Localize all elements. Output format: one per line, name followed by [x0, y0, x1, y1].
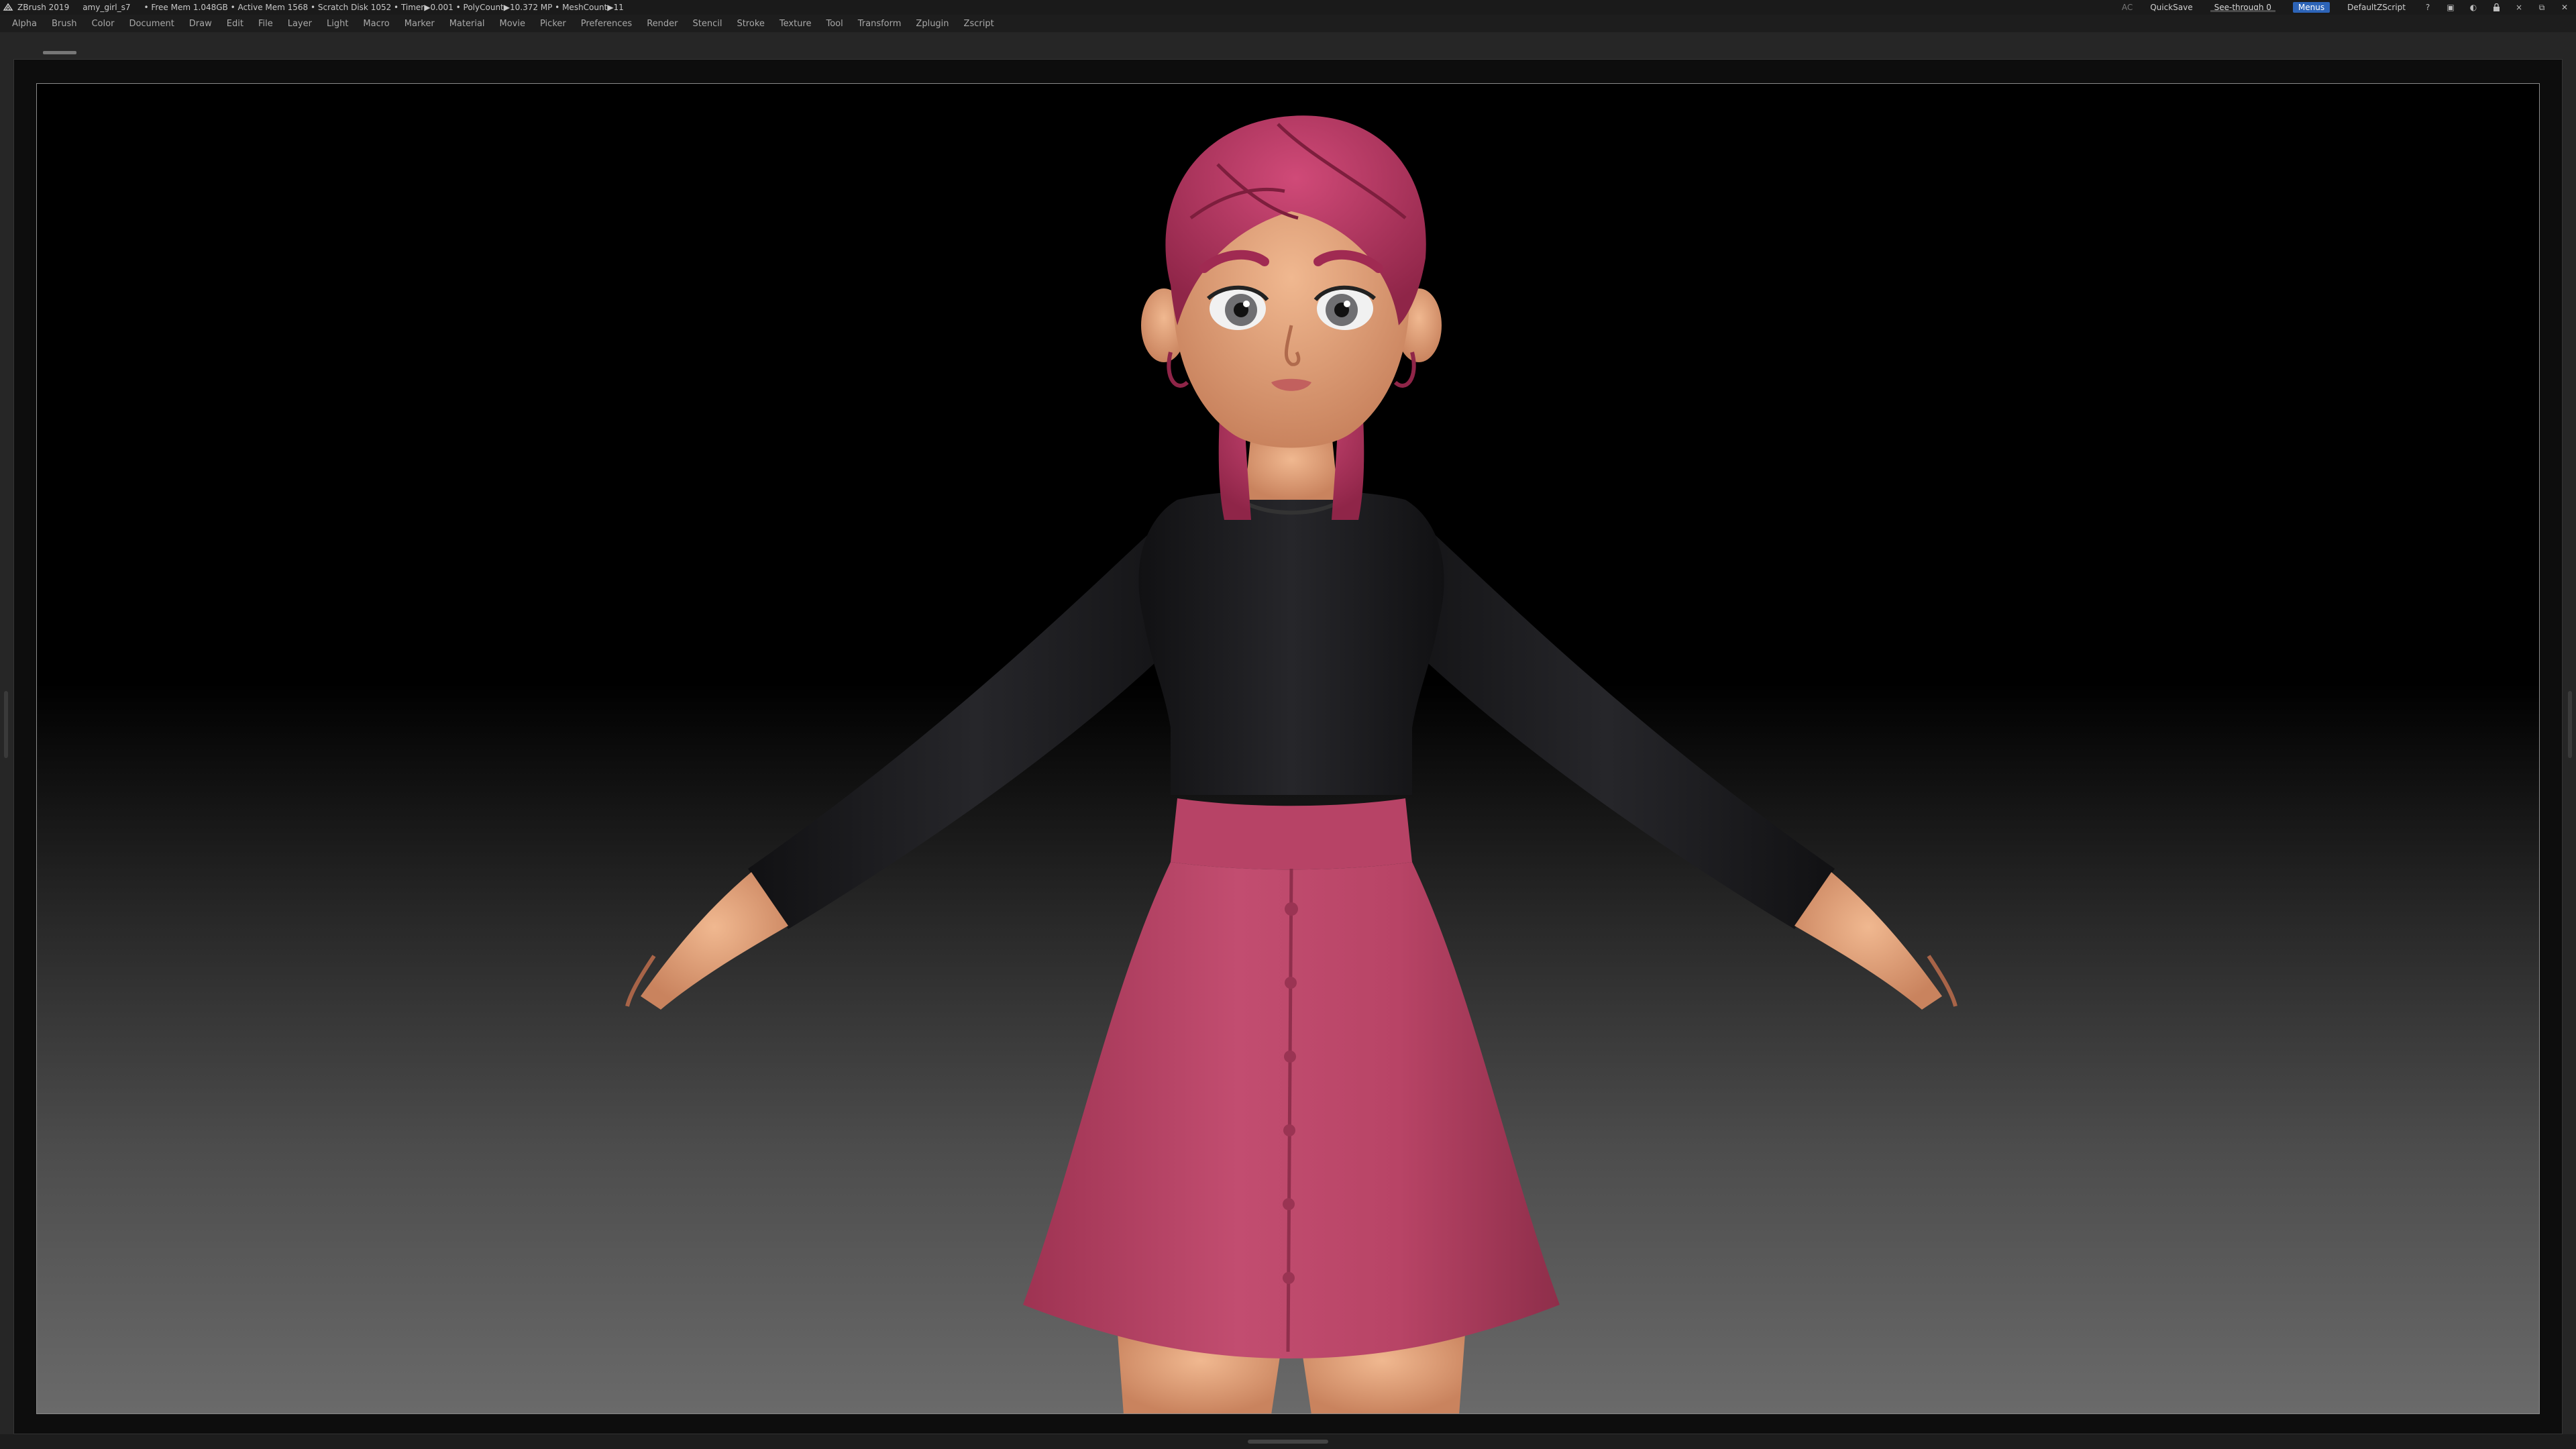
ac-button[interactable]: AC [2122, 3, 2133, 12]
menu-texture[interactable]: Texture [780, 19, 812, 29]
file-name: amy_girl_s7 [83, 3, 131, 12]
menu-zplugin[interactable]: Zplugin [916, 19, 949, 29]
tray-handle[interactable] [43, 51, 76, 54]
window-controls: ? ▣ ◐ × ⧉ ✕ [2423, 3, 2569, 13]
menu-stroke[interactable]: Stroke [737, 19, 764, 29]
menu-macro[interactable]: Macro [363, 19, 389, 29]
quicksave-button[interactable]: QuickSave [2150, 3, 2192, 12]
menu-material[interactable]: Material [449, 19, 485, 29]
menu-picker[interactable]: Picker [540, 19, 566, 29]
menu-tool[interactable]: Tool [826, 19, 843, 29]
palette-icon[interactable]: ◐ [2469, 3, 2478, 12]
app-name: ZBrush 2019 [17, 3, 70, 12]
document-canvas[interactable] [36, 83, 2540, 1414]
default-zscript-button[interactable]: DefaultZScript [2347, 3, 2406, 12]
minimize-icon[interactable]: × [2514, 3, 2524, 12]
see-through-slider[interactable]: See-through 0 [2210, 3, 2275, 12]
pink-skirt [1023, 798, 1560, 1358]
menu-light[interactable]: Light [327, 19, 348, 29]
left-arm [625, 520, 1204, 1010]
menu-color[interactable]: Color [91, 19, 114, 29]
lock-icon[interactable] [2491, 3, 2501, 12]
help-icon[interactable]: ? [2423, 3, 2432, 12]
menu-brush[interactable]: Brush [52, 19, 77, 29]
restore-icon[interactable]: ⧉ [2537, 3, 2546, 12]
layout-icon[interactable]: ▣ [2446, 3, 2455, 12]
title-bar: ZBrush 2019 amy_girl_s7 • Free Mem 1.048… [0, 0, 2576, 15]
menu-bar: Alpha Brush Color Document Draw Edit Fil… [0, 15, 2576, 32]
menu-alpha[interactable]: Alpha [12, 19, 37, 29]
menu-layer[interactable]: Layer [288, 19, 312, 29]
left-tray-handle[interactable] [4, 691, 8, 758]
memory-stats: • Free Mem 1.048GB • Active Mem 1568 • S… [144, 3, 624, 12]
menu-stencil[interactable]: Stencil [692, 19, 722, 29]
close-icon[interactable]: ✕ [2560, 3, 2569, 12]
menus-button[interactable]: Menus [2292, 2, 2330, 13]
menu-marker[interactable]: Marker [405, 19, 435, 29]
bottom-tray-handle[interactable] [1248, 1440, 1328, 1444]
bottom-tray [0, 1434, 2576, 1449]
menu-preferences[interactable]: Preferences [581, 19, 632, 29]
black-top [1138, 490, 1444, 795]
menu-zscript[interactable]: Zscript [964, 19, 994, 29]
menu-draw[interactable]: Draw [189, 19, 212, 29]
menu-transform[interactable]: Transform [858, 19, 902, 29]
menu-file[interactable]: File [258, 19, 273, 29]
menu-document[interactable]: Document [129, 19, 174, 29]
title-right-controls: AC QuickSave See-through 0 Menus Default… [2122, 0, 2576, 15]
top-tray [0, 32, 2576, 59]
right-arm [1379, 520, 1957, 1010]
menu-render[interactable]: Render [647, 19, 678, 29]
menu-movie[interactable]: Movie [500, 19, 525, 29]
menu-edit[interactable]: Edit [227, 19, 244, 29]
right-tray-handle[interactable] [2568, 691, 2572, 758]
zbrush-logo-icon [3, 3, 13, 11]
character-model [625, 115, 1957, 1413]
